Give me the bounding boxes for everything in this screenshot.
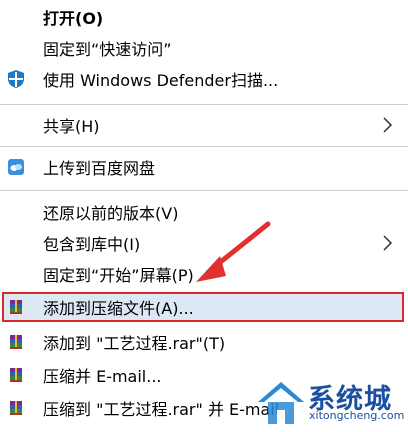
annotation-arrow-icon <box>196 221 271 282</box>
watermark-url: xitongcheng.com <box>309 409 405 422</box>
watermark-house-icon <box>258 382 304 424</box>
